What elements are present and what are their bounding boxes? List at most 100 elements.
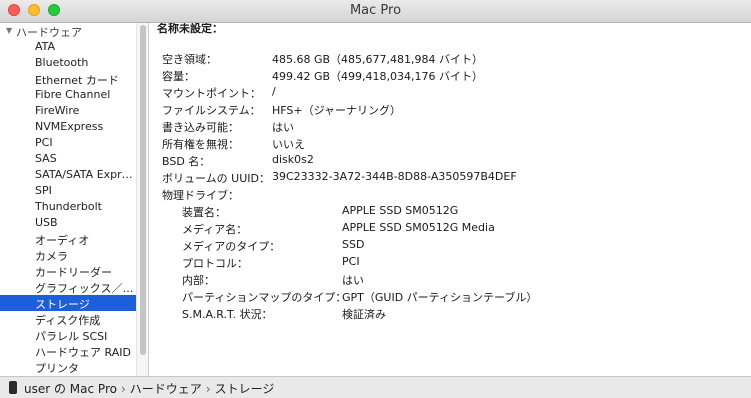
info-value: 499.42 GB（499,418,034,176 バイト） xyxy=(272,70,484,83)
sidebar-item-label: Fibre Channel xyxy=(35,88,111,101)
info-key: マウントポイント： xyxy=(162,87,261,100)
sidebar-item[interactable]: パラレル SCSI xyxy=(0,327,136,343)
sidebar-item-label: カードリーダー xyxy=(35,266,112,279)
sidebar-group-label: ハードウェア xyxy=(16,26,82,39)
sidebar-item[interactable]: SATA/SATA Expr… xyxy=(0,167,136,183)
sidebar-item[interactable]: カードリーダー xyxy=(0,263,136,279)
info-value: HFS+（ジャーナリング） xyxy=(272,104,402,117)
breadcrumb-item[interactable]: ハードウェア xyxy=(130,382,202,396)
sidebar-item-label: ハードウェア RAID xyxy=(35,346,131,359)
sidebar-item[interactable]: ATA xyxy=(0,39,136,55)
info-row: S.M.A.R.T. 状況： 検証済み xyxy=(182,306,740,322)
sidebar-item[interactable]: NVMExpress xyxy=(0,119,136,135)
mac-pro-icon xyxy=(9,381,17,394)
info-value: いいえ xyxy=(272,138,305,151)
info-row: 装置名： APPLE SSD SM0512G xyxy=(182,204,740,220)
sidebar-item-label: USB xyxy=(35,216,58,229)
detail-pane: 名称未設定： 空き領域： 485.68 GB（485,677,481,984 バイ… xyxy=(150,23,751,376)
info-row: プロトコル： PCI xyxy=(182,255,740,271)
info-row: BSD 名： disk0s2 xyxy=(162,153,740,169)
breadcrumb-item[interactable]: ストレージ xyxy=(215,382,275,396)
sidebar-scroll-thumb[interactable] xyxy=(140,25,146,355)
info-key: メディアのタイプ： xyxy=(182,240,281,253)
window-title: Mac Pro xyxy=(349,3,402,18)
info-value: / xyxy=(272,85,276,98)
info-key: 物理ドライブ： xyxy=(162,189,239,202)
sidebar-item[interactable]: USB xyxy=(0,215,136,231)
status-bar: user の Mac Pro › ハードウェア › ストレージ xyxy=(0,376,751,398)
sidebar-item-label: Thunderbolt xyxy=(35,200,102,213)
info-value: SSD xyxy=(342,238,365,251)
sidebar-item-label: Ethernet カード xyxy=(35,74,119,87)
sidebar-item-label: PCI xyxy=(35,136,53,149)
sidebar-item[interactable]: Thunderbolt xyxy=(0,199,136,215)
sidebar-item-label: SAS xyxy=(35,152,57,165)
info-key: 装置名： xyxy=(182,206,226,219)
sidebar-item[interactable]: ディスク作成 xyxy=(0,311,136,327)
sidebar-item[interactable]: FireWire xyxy=(0,103,136,119)
sidebar-item[interactable]: カメラ xyxy=(0,247,136,263)
info-value: 検証済み xyxy=(342,308,386,321)
info-key: S.M.A.R.T. 状況： xyxy=(182,308,273,321)
sidebar-item-label: Bluetooth xyxy=(35,56,89,69)
info-value: disk0s2 xyxy=(272,153,314,166)
sidebar-item[interactable]: SPI xyxy=(0,183,136,199)
info-row: メディアのタイプ： SSD xyxy=(182,238,740,254)
sidebar-item-label: SATA/SATA Expr… xyxy=(35,168,133,181)
info-value: 39C23332-3A72-344B-8D88-A350597B4DEF xyxy=(272,170,517,183)
sidebar-item[interactable]: オーディオ xyxy=(0,231,136,247)
sidebar-item-label: SPI xyxy=(35,184,52,197)
sidebar-item-label: FireWire xyxy=(35,104,80,117)
sidebar-item-label: カメラ xyxy=(35,250,68,263)
sidebar-item[interactable]: PCI xyxy=(0,135,136,151)
sidebar-item[interactable]: ハードウェア RAID xyxy=(0,343,136,359)
breadcrumb-item[interactable]: user の Mac Pro xyxy=(24,382,117,396)
info-row: 容量： 499.42 GB（499,418,034,176 バイト） xyxy=(162,68,740,84)
sidebar-item[interactable]: Fibre Channel xyxy=(0,87,136,103)
sidebar-item-label: グラフィックス／… xyxy=(35,282,133,295)
sidebar-item-label: プリンタ xyxy=(35,362,79,375)
info-key: パーティションマップのタイプ： xyxy=(182,291,347,304)
info-row: 内部： はい xyxy=(182,272,740,288)
sidebar-scrollbar[interactable] xyxy=(136,23,149,376)
sidebar-item[interactable]: プリンタ xyxy=(0,359,136,375)
info-key: プロトコル： xyxy=(182,257,248,270)
info-value: PCI xyxy=(342,255,360,268)
sidebar-item-label: ATA xyxy=(35,40,56,53)
info-row: メディア名： APPLE SSD SM0512G Media xyxy=(182,221,740,237)
info-key: 書き込み可能： xyxy=(162,121,239,134)
info-key: 内部： xyxy=(182,274,215,287)
disclosure-triangle-icon[interactable]: ▼ xyxy=(6,26,12,35)
sidebar-item[interactable]: Ethernet カード xyxy=(0,71,136,87)
sidebar-group-hardware[interactable]: ▼ ハードウェア xyxy=(0,23,136,39)
sidebar-item-label: オーディオ xyxy=(35,234,90,247)
info-row: ボリュームの UUID： 39C23332-3A72-344B-8D88-A350… xyxy=(162,170,740,186)
info-key: 空き領域： xyxy=(162,53,217,66)
sidebar: ▼ ハードウェア ATA Bluetooth Ethernet カード Fibre C… xyxy=(0,23,136,376)
system-information-window: Mac Pro ▼ ハードウェア ATA Bluetooth Ethernet カー… xyxy=(0,0,751,398)
info-row: パーティションマップのタイプ： GPT（GUID パーティションテーブル） xyxy=(182,289,740,305)
info-key: BSD 名： xyxy=(162,155,211,168)
breadcrumb: user の Mac Pro › ハードウェア › ストレージ xyxy=(24,380,274,397)
sidebar-item[interactable]: Bluetooth xyxy=(0,55,136,71)
info-value: APPLE SSD SM0512G xyxy=(342,204,459,217)
info-row: マウントポイント： / xyxy=(162,85,740,101)
volume-header: 名称未設定： xyxy=(157,23,223,35)
info-value: APPLE SSD SM0512G Media xyxy=(342,221,495,234)
info-row: 所有権を無視： いいえ xyxy=(162,136,740,152)
info-key: 所有権を無視： xyxy=(162,138,239,151)
sidebar-item-label: ストレージ xyxy=(35,298,90,311)
info-value: GPT（GUID パーティションテーブル） xyxy=(342,291,538,304)
info-value: はい xyxy=(272,121,294,134)
info-row: 書き込み可能： はい xyxy=(162,119,740,135)
info-row: 空き領域： 485.68 GB（485,677,481,984 バイト） xyxy=(162,51,740,67)
info-key: メディア名： xyxy=(182,223,248,236)
sidebar-item[interactable]: グラフィックス／… xyxy=(0,279,136,295)
sidebar-item[interactable]: ストレージ xyxy=(0,295,136,311)
info-row: ファイルシステム： HFS+（ジャーナリング） xyxy=(162,102,740,118)
sidebar-item[interactable]: SAS xyxy=(0,151,136,167)
sidebar-item-label: パラレル SCSI xyxy=(35,330,108,343)
sidebar-item-label: NVMExpress xyxy=(35,120,104,133)
sidebar-item-label: ディスク作成 xyxy=(35,314,101,327)
info-value: 485.68 GB（485,677,481,984 バイト） xyxy=(272,53,484,66)
